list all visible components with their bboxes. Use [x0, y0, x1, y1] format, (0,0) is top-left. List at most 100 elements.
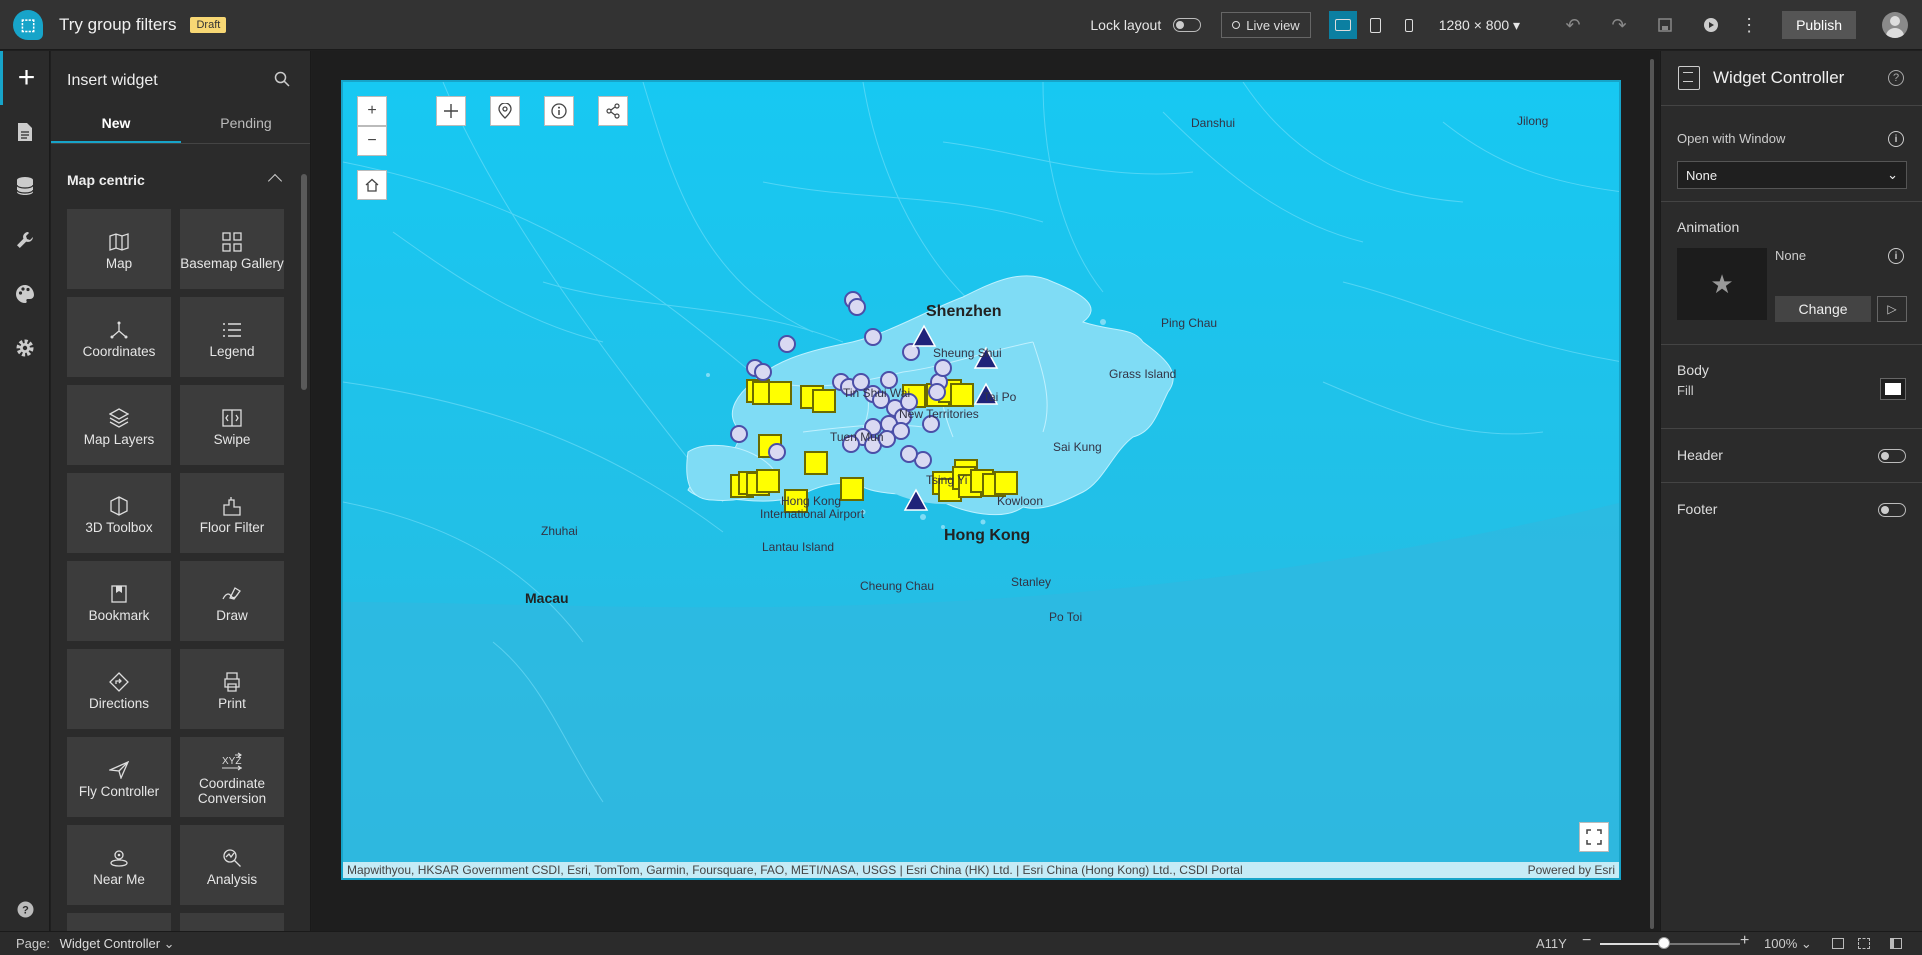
- fit-screen-icon[interactable]: [1832, 938, 1844, 949]
- open-with-window-select[interactable]: None ⌄: [1677, 161, 1907, 189]
- publish-button[interactable]: Publish: [1782, 11, 1856, 39]
- insert-widget-rail-icon[interactable]: +: [0, 51, 50, 105]
- theme-rail-icon[interactable]: [0, 267, 50, 321]
- resolution-dropdown[interactable]: 1280 × 800 ▾: [1439, 17, 1520, 34]
- play-icon[interactable]: ▷: [1877, 296, 1907, 322]
- tab-pending[interactable]: Pending: [181, 104, 310, 143]
- locate-button[interactable]: [490, 96, 520, 126]
- live-view-button[interactable]: Live view: [1221, 12, 1311, 38]
- zoom-value[interactable]: 100% ⌄: [1764, 936, 1812, 952]
- help-icon[interactable]: ?: [1888, 70, 1904, 86]
- phone-device-button[interactable]: [1395, 11, 1423, 39]
- widget-card-fly-controller[interactable]: Fly Controller: [67, 737, 171, 817]
- map-marker-circle[interactable]: [900, 445, 918, 463]
- info-button[interactable]: [544, 96, 574, 126]
- experience-builder-logo-icon[interactable]: ⬚: [13, 9, 43, 40]
- widget-card-map-layers[interactable]: Map Layers: [67, 385, 171, 465]
- chevron-up-icon[interactable]: [267, 173, 283, 189]
- more-icon[interactable]: ⋮: [1734, 0, 1764, 50]
- map-marker-circle[interactable]: [754, 363, 772, 381]
- fill-color-picker[interactable]: [1880, 378, 1906, 400]
- map-marker-square[interactable]: [994, 471, 1018, 495]
- widget-card-analysis[interactable]: Analysis: [180, 825, 284, 905]
- footer-toggle[interactable]: [1878, 503, 1906, 517]
- app-title[interactable]: Try group filters: [59, 15, 176, 35]
- map-marker-circle[interactable]: [928, 383, 946, 401]
- widget-card-coordinate-conversion[interactable]: XYZ Coordinate Conversion: [180, 737, 284, 817]
- widget-card-3d-toolbox[interactable]: 3D Toolbox: [67, 473, 171, 553]
- zoom-in-button[interactable]: +: [357, 96, 387, 126]
- tab-new[interactable]: New: [51, 104, 181, 143]
- map-marker-square[interactable]: [756, 469, 780, 493]
- widget-card-legend[interactable]: Legend: [180, 297, 284, 377]
- widget-card-draw[interactable]: Draw: [180, 561, 284, 641]
- widget-card-floor-filter[interactable]: Floor Filter: [180, 473, 284, 553]
- map-marker-circle[interactable]: [848, 298, 866, 316]
- settings-rail-icon[interactable]: [0, 321, 50, 375]
- zoom-slider-handle[interactable]: [1658, 937, 1670, 949]
- map-marker-circle[interactable]: [768, 443, 786, 461]
- map-marker-circle[interactable]: [864, 328, 882, 346]
- widget-card-swipe[interactable]: Swipe: [180, 385, 284, 465]
- widget-card-partial[interactable]: [180, 913, 284, 931]
- widget-card-bookmark[interactable]: Bookmark: [67, 561, 171, 641]
- map-marker-square[interactable]: [804, 451, 828, 475]
- place-label-macau: Macau: [525, 590, 569, 606]
- tools-rail-icon[interactable]: [0, 213, 50, 267]
- select-tool-button[interactable]: [436, 96, 466, 126]
- widget-card-print[interactable]: Print: [180, 649, 284, 729]
- info-icon[interactable]: i: [1888, 248, 1904, 264]
- widget-card-coordinates[interactable]: Coordinates: [67, 297, 171, 377]
- a11y-button[interactable]: A11Y: [1536, 936, 1567, 951]
- widget-card-partial[interactable]: [67, 913, 171, 931]
- search-icon[interactable]: [274, 71, 290, 87]
- header-toggle[interactable]: [1878, 449, 1906, 463]
- widget-card-basemap-gallery[interactable]: Basemap Gallery: [180, 209, 284, 289]
- coordinates-icon: [109, 316, 129, 344]
- toggle-panel-icon[interactable]: [1890, 938, 1902, 949]
- user-avatar[interactable]: [1882, 12, 1908, 38]
- attribution-text[interactable]: Mapwithyou, HKSAR Government CSDI, Esri,…: [347, 862, 1243, 878]
- map-marker-circle[interactable]: [892, 422, 910, 440]
- page-selector[interactable]: Page: Widget Controller ⌄: [16, 936, 175, 952]
- canvas-scrollbar[interactable]: [1650, 59, 1654, 929]
- fullscreen-button[interactable]: [1579, 822, 1609, 852]
- home-button[interactable]: [357, 170, 387, 200]
- map-marker-circle[interactable]: [778, 335, 796, 353]
- zoom-out-icon[interactable]: −: [1582, 932, 1591, 950]
- map-widget[interactable]: + − Danshui Jilong Shenzhen Ping Chau Gr…: [341, 80, 1621, 880]
- zoom-in-icon[interactable]: +: [1740, 932, 1749, 950]
- place-label-sai-kung: Sai Kung: [1053, 440, 1102, 454]
- map-marker-square[interactable]: [840, 477, 864, 501]
- grid-icon[interactable]: [1858, 938, 1870, 949]
- lock-layout-toggle[interactable]: [1173, 18, 1202, 32]
- map-marker-circle[interactable]: [934, 359, 952, 377]
- page-rail-icon[interactable]: [0, 105, 50, 159]
- data-rail-icon[interactable]: [0, 159, 50, 213]
- undo-icon[interactable]: ↶: [1550, 0, 1596, 50]
- map-marker-square[interactable]: [812, 389, 836, 413]
- bottom-bar: Page: Widget Controller ⌄ A11Y − + 100% …: [0, 931, 1922, 955]
- map-canvas[interactable]: [343, 82, 1621, 880]
- zoom-out-button[interactable]: −: [357, 126, 387, 156]
- map-marker-circle[interactable]: [730, 425, 748, 443]
- change-animation-button[interactable]: Change: [1775, 296, 1871, 322]
- page-value: Widget Controller: [59, 936, 161, 951]
- save-icon[interactable]: [1642, 0, 1688, 50]
- redo-icon[interactable]: ↷: [1596, 0, 1642, 50]
- widget-card-map[interactable]: Map: [67, 209, 171, 289]
- tablet-device-button[interactable]: [1362, 11, 1390, 39]
- help-icon[interactable]: ?: [0, 901, 50, 923]
- preview-icon[interactable]: [1688, 0, 1734, 50]
- info-icon[interactable]: i: [1888, 131, 1904, 147]
- powered-by-esri[interactable]: Powered by Esri: [1528, 862, 1615, 878]
- map-marker-square[interactable]: [768, 381, 792, 405]
- phone-icon: [1404, 18, 1413, 32]
- widget-card-directions[interactable]: Directions: [67, 649, 171, 729]
- panel-scrollbar[interactable]: [301, 174, 307, 390]
- widget-card-near-me[interactable]: Near Me: [67, 825, 171, 905]
- map-marker-square[interactable]: [950, 383, 974, 407]
- desktop-device-button[interactable]: [1328, 11, 1357, 39]
- directions-icon: [109, 668, 129, 696]
- share-button[interactable]: [598, 96, 628, 126]
